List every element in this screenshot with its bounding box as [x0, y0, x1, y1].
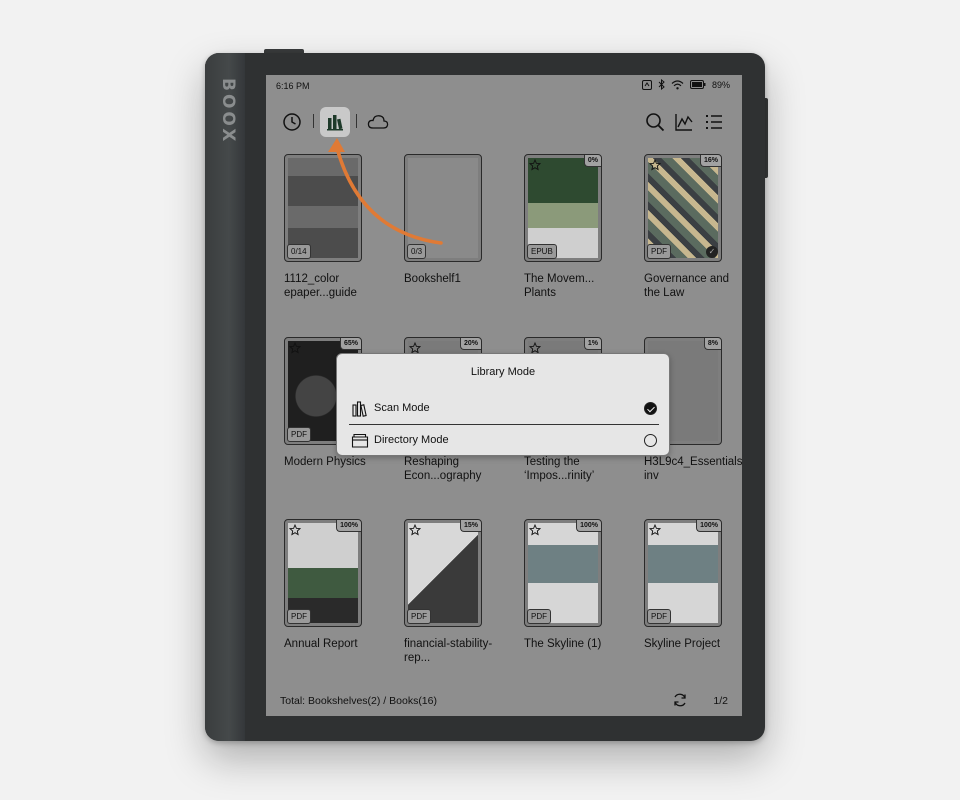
- book-cover[interactable]: 100% PDF: [644, 519, 722, 627]
- sort-list-button[interactable]: [699, 107, 729, 137]
- battery-icon: [689, 80, 706, 89]
- format-badge: EPUB: [527, 244, 557, 259]
- scan-mode-label: Scan Mode: [374, 402, 430, 414]
- format-badge: 0/3: [407, 244, 427, 259]
- directory-mode-label: Directory Mode: [374, 434, 449, 446]
- list-icon: [706, 115, 722, 129]
- book-title: Skyline Project: [644, 638, 721, 650]
- book-cover[interactable]: 16% PDF ✓: [644, 154, 722, 262]
- book-title: Modern Physics: [284, 456, 366, 468]
- book-title: The Movem... Plants: [524, 273, 595, 299]
- folder-icon: [351, 433, 369, 448]
- book-title: Reshaping Econ...ography: [404, 456, 482, 482]
- star-icon[interactable]: [408, 523, 422, 536]
- progress-badge: 16%: [699, 155, 721, 167]
- search-icon: [646, 113, 665, 132]
- library-total: Total: Bookshelves(2) / Books(16): [280, 695, 437, 707]
- bookshelf-icon: [352, 401, 367, 417]
- cover-image: [408, 158, 478, 258]
- cover-image: [408, 523, 478, 623]
- star-icon[interactable]: [528, 523, 542, 536]
- dialog-divider: [349, 424, 659, 425]
- cover-image: [648, 158, 718, 258]
- page-indicator[interactable]: 1/2: [713, 695, 728, 707]
- book-title: 1112_color epaper...guide: [284, 273, 357, 299]
- clock-icon: [283, 113, 301, 131]
- recent-button[interactable]: [277, 107, 307, 137]
- progress-badge: 65%: [339, 338, 361, 350]
- screen-refresh-icon: [641, 79, 652, 90]
- scan-mode-option[interactable]: Scan Mode: [349, 396, 659, 422]
- cover-image: [648, 523, 718, 623]
- bookshelf-button[interactable]: [320, 107, 350, 137]
- bookshelf-icon: [327, 115, 343, 131]
- cover-image: [288, 523, 358, 623]
- cover-image: [528, 523, 598, 623]
- status-bar: 6:16 PM 89%: [266, 75, 742, 95]
- directory-mode-option[interactable]: Directory Mode: [349, 428, 659, 454]
- star-icon[interactable]: [528, 341, 542, 354]
- book-cover[interactable]: 0% EPUB: [524, 154, 602, 262]
- star-icon[interactable]: [408, 341, 422, 354]
- book-title: Bookshelf1: [404, 273, 461, 285]
- progress-badge: 0%: [583, 155, 601, 167]
- status-time: 6:16 PM: [276, 81, 310, 91]
- cover-image: [288, 158, 358, 258]
- directory-mode-radio[interactable]: [644, 434, 657, 447]
- book-title: The Skyline (1): [524, 638, 602, 650]
- book-cover[interactable]: 100% PDF: [284, 519, 362, 627]
- search-button[interactable]: [640, 107, 670, 137]
- format-badge: PDF: [407, 609, 431, 624]
- format-badge: PDF: [647, 609, 671, 624]
- cloud-icon: [367, 115, 389, 129]
- star-icon[interactable]: [648, 158, 662, 171]
- book-title: Governance and the Law: [644, 273, 730, 299]
- progress-badge: 8%: [703, 338, 721, 350]
- cover-image: [528, 158, 598, 258]
- book-title: Testing the ‘Impos...rinity’: [524, 456, 595, 482]
- dialog-title: Library Mode: [470, 366, 536, 378]
- footer: Total: Bookshelves(2) / Books(16) 1/2: [266, 687, 742, 711]
- cloud-button[interactable]: [363, 107, 393, 137]
- book-cover[interactable]: 0/3: [404, 154, 482, 262]
- sync-icon[interactable]: [672, 692, 688, 708]
- star-icon[interactable]: [288, 341, 302, 354]
- brand-logo: BOOX: [218, 78, 238, 145]
- format-badge: 0/14: [287, 244, 311, 259]
- statistics-button[interactable]: [669, 107, 699, 137]
- toolbar: [266, 103, 742, 139]
- progress-badge: 20%: [459, 338, 481, 350]
- library-mode-dialog: Library Mode Scan Mode Directory Mode: [336, 353, 670, 456]
- book-cover[interactable]: 0/14: [284, 154, 362, 262]
- progress-badge: 100%: [576, 520, 601, 532]
- scan-mode-radio[interactable]: [644, 402, 657, 415]
- star-icon[interactable]: [288, 523, 302, 536]
- format-badge: PDF: [287, 609, 311, 624]
- star-icon[interactable]: [528, 158, 542, 171]
- stats-icon: [675, 114, 693, 131]
- bluetooth-icon: [658, 79, 665, 90]
- format-badge: PDF: [287, 427, 311, 442]
- battery-percent: 89%: [711, 79, 730, 90]
- book-cover[interactable]: 100% PDF: [524, 519, 602, 627]
- finished-check-icon: ✓: [706, 246, 718, 258]
- star-icon[interactable]: [648, 523, 662, 536]
- progress-badge: 1%: [583, 338, 601, 350]
- book-cover[interactable]: 15% PDF: [404, 519, 482, 627]
- progress-badge: 100%: [696, 520, 721, 532]
- book-title: Annual Report: [284, 638, 358, 650]
- book-title: H3L9c4_Essentials-inv: [644, 456, 742, 482]
- progress-badge: 15%: [459, 520, 481, 532]
- book-title: financial-stability-rep...: [404, 638, 493, 664]
- wifi-icon: [671, 79, 684, 89]
- format-badge: PDF: [647, 244, 671, 259]
- progress-badge: 100%: [336, 520, 361, 532]
- format-badge: PDF: [527, 609, 551, 624]
